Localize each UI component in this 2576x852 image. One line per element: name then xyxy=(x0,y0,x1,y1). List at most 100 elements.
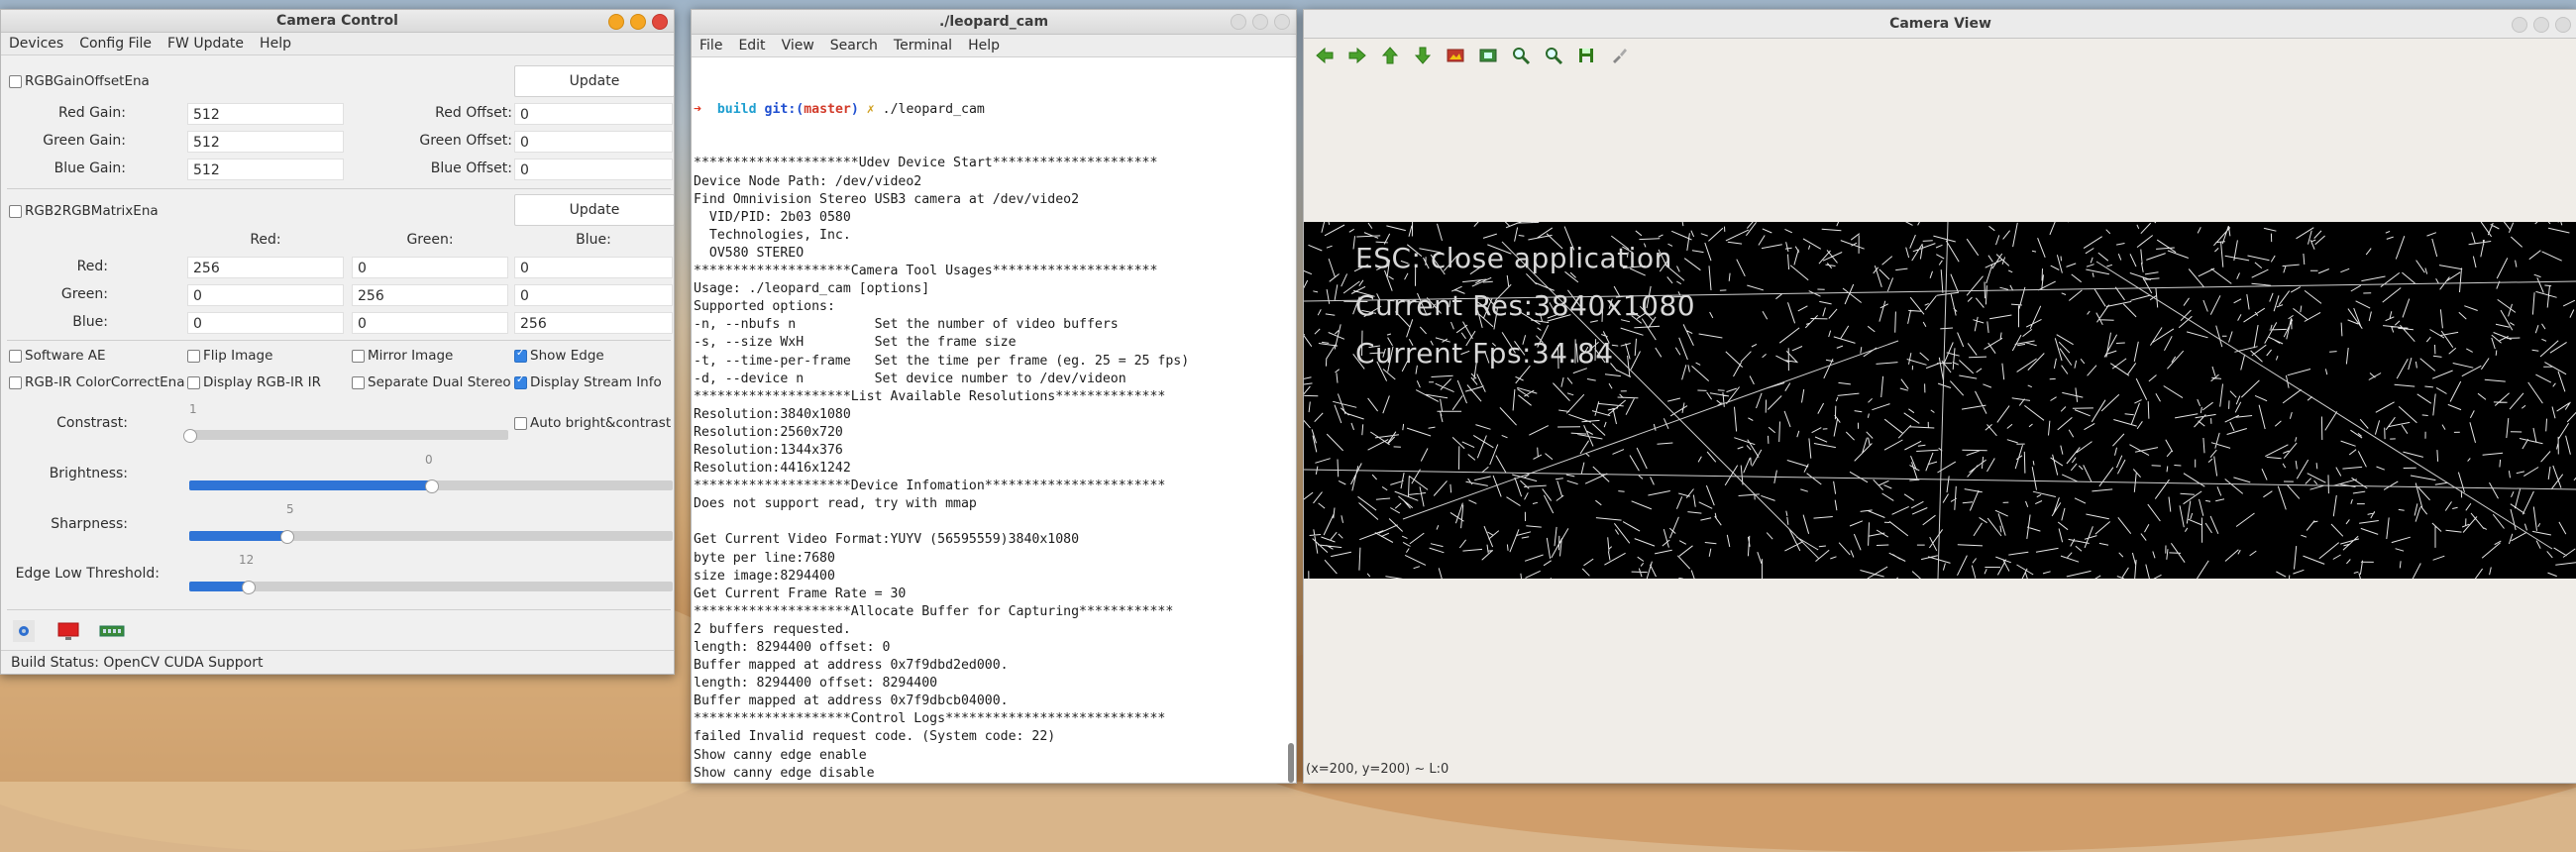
scrollbar[interactable] xyxy=(1288,743,1294,783)
rgb-ir-color-checkbox[interactable]: RGB-IR ColorCorrectEna xyxy=(9,374,185,390)
menu-help[interactable]: Help xyxy=(252,36,299,52)
zoom-out-icon[interactable] xyxy=(1543,45,1564,66)
minimize-button[interactable] xyxy=(608,14,624,30)
terminal-line: Technologies, Inc. xyxy=(694,227,1282,245)
close-button[interactable] xyxy=(652,14,668,30)
minimize-button[interactable] xyxy=(1231,14,1246,30)
matrix-cell[interactable]: 256 xyxy=(514,312,673,334)
matrix-cell[interactable]: 256 xyxy=(187,257,344,278)
checkbox-box[interactable] xyxy=(514,376,527,389)
matrix-cell[interactable]: 0 xyxy=(352,312,508,334)
window-titlebar[interactable]: ./leopard_cam xyxy=(692,10,1296,35)
matrix-row-green: Green: xyxy=(1,286,108,302)
separate-dual-checkbox[interactable]: Separate Dual Stereo xyxy=(352,374,511,390)
matrix-cell[interactable]: 0 xyxy=(187,284,344,306)
checkbox-box[interactable] xyxy=(9,205,22,218)
matrix-cell[interactable]: 256 xyxy=(352,284,508,306)
matrix-cell[interactable]: 0 xyxy=(187,312,344,334)
menu-devices[interactable]: Devices xyxy=(1,36,71,52)
edge-line xyxy=(1938,222,1948,579)
rgb-gain-offset-checkbox[interactable]: RGBGainOffsetEna xyxy=(9,73,150,89)
display-stream-info-checkbox[interactable]: Display Stream Info xyxy=(514,374,662,390)
arrow-right-icon[interactable] xyxy=(1346,45,1368,66)
maximize-button[interactable] xyxy=(630,14,646,30)
checkbox-box[interactable] xyxy=(514,417,527,430)
memory-card-icon[interactable] xyxy=(98,620,126,642)
display-icon[interactable] xyxy=(56,620,80,642)
menu-terminal[interactable]: Terminal xyxy=(886,38,960,53)
red-gain-field[interactable]: 512 xyxy=(187,103,344,125)
image-icon[interactable] xyxy=(1445,45,1466,66)
contrast-slider[interactable] xyxy=(189,430,508,440)
brightness-value: 0 xyxy=(425,453,433,467)
camera-icon[interactable] xyxy=(13,620,35,642)
blue-gain-field[interactable]: 512 xyxy=(187,159,344,180)
menu-file[interactable]: File xyxy=(692,38,730,53)
edge-threshold-slider[interactable] xyxy=(189,582,673,591)
terminal-line: 2 buffers requested. xyxy=(694,621,1282,639)
contrast-slider-handle[interactable] xyxy=(183,429,197,443)
camera-control-window: Camera Control Devices Config File FW Up… xyxy=(0,9,675,675)
rgb-matrix-checkbox[interactable]: RGB2RGBMatrixEna xyxy=(9,203,159,219)
software-ae-checkbox[interactable]: Software AE xyxy=(9,348,106,364)
prompt-dir: build xyxy=(717,102,757,117)
close-button[interactable] xyxy=(1274,14,1290,30)
red-offset-field[interactable]: 0 xyxy=(514,103,673,125)
show-edge-checkbox[interactable]: Show Edge xyxy=(514,348,604,364)
checkbox-box[interactable] xyxy=(9,350,22,363)
terminal-line: VID/PID: 2b03 0580 xyxy=(694,209,1282,227)
window-titlebar[interactable]: Camera Control xyxy=(1,10,674,33)
checkbox-box[interactable] xyxy=(352,376,365,389)
checkbox-box[interactable] xyxy=(352,350,365,363)
maximize-button[interactable] xyxy=(2533,17,2549,33)
menu-view[interactable]: View xyxy=(774,38,822,53)
green-offset-field[interactable]: 0 xyxy=(514,131,673,153)
brush-icon[interactable] xyxy=(1608,45,1630,66)
flip-image-checkbox[interactable]: Flip Image xyxy=(187,348,272,364)
auto-bright-checkbox[interactable]: Auto bright&contrast xyxy=(514,415,671,431)
terminal-line: Show canny edge enable xyxy=(694,747,1282,765)
arrow-up-icon[interactable] xyxy=(1379,45,1401,66)
zoom-in-icon[interactable] xyxy=(1510,45,1532,66)
arrow-down-icon[interactable] xyxy=(1412,45,1434,66)
menu-search[interactable]: Search xyxy=(822,38,886,53)
close-button[interactable] xyxy=(2555,17,2571,33)
checkbox-box[interactable] xyxy=(9,376,22,389)
checkbox-box[interactable] xyxy=(514,350,527,363)
save-icon[interactable] xyxy=(1575,45,1597,66)
edge-threshold-slider-handle[interactable] xyxy=(242,581,256,594)
menu-fw-update[interactable]: FW Update xyxy=(160,36,252,52)
bookmark-image-icon[interactable] xyxy=(1477,45,1499,66)
matrix-cell[interactable]: 0 xyxy=(352,257,508,278)
terminal-output[interactable]: ➜ build git:(master) ✗ ./leopard_cam ***… xyxy=(694,65,1282,783)
red-offset-label: Red Offset: xyxy=(358,105,512,121)
menu-help[interactable]: Help xyxy=(960,38,1008,53)
brightness-slider-handle[interactable] xyxy=(425,479,439,493)
blue-offset-field[interactable]: 0 xyxy=(514,159,673,180)
green-offset-label: Green Offset: xyxy=(358,133,512,149)
display-rgb-ir-checkbox[interactable]: Display RGB-IR IR xyxy=(187,374,321,390)
terminal-line xyxy=(694,513,1282,531)
divider xyxy=(7,340,671,341)
checkbox-box[interactable] xyxy=(9,75,22,88)
green-gain-field[interactable]: 512 xyxy=(187,131,344,153)
menu-edit[interactable]: Edit xyxy=(730,38,773,53)
matrix-update-button[interactable]: Update xyxy=(514,194,675,226)
gain-offset-update-button[interactable]: Update xyxy=(514,65,675,97)
camera-view-window: Camera View ESC: close application Curre… xyxy=(1303,9,2576,784)
checkbox-box[interactable] xyxy=(187,376,200,389)
menu-bar: File Edit View Search Terminal Help xyxy=(692,35,1296,57)
matrix-cell[interactable]: 0 xyxy=(514,284,673,306)
matrix-cell[interactable]: 0 xyxy=(514,257,673,278)
window-titlebar[interactable]: Camera View xyxy=(1304,10,2576,39)
edge-detection-image[interactable]: ESC: close application Current Res:3840x… xyxy=(1304,222,2576,579)
maximize-button[interactable] xyxy=(1252,14,1268,30)
mirror-image-checkbox[interactable]: Mirror Image xyxy=(352,348,453,364)
arrow-left-icon[interactable] xyxy=(1314,45,1336,66)
minimize-button[interactable] xyxy=(2512,17,2527,33)
checkbox-box[interactable] xyxy=(187,350,200,363)
terminal-line: length: 8294400 offset: 8294400 xyxy=(694,675,1282,692)
prompt-dirty-icon: ✗ xyxy=(867,102,875,117)
sharpness-slider-handle[interactable] xyxy=(280,530,294,544)
menu-config-file[interactable]: Config File xyxy=(71,36,160,52)
